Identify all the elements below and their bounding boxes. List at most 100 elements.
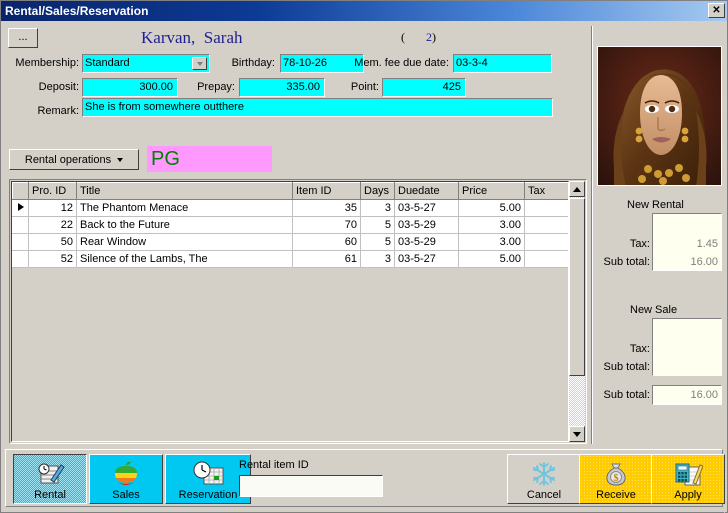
membership-label: Membership: (15, 57, 79, 69)
scroll-down-icon[interactable] (569, 426, 585, 442)
close-icon[interactable]: ✕ (708, 3, 725, 18)
cancel-button[interactable]: Cancel (507, 454, 581, 504)
rental-tax-value: 1.45 (696, 238, 718, 250)
rental-mode-button[interactable]: Rental (13, 454, 87, 504)
grid-col-days[interactable]: Days (360, 182, 395, 200)
cell-item-id: 35 (292, 199, 361, 217)
grid-table: Pro. ID Title Item ID Days Duedate Price… (12, 182, 568, 268)
grid-vertical-scrollbar[interactable] (569, 181, 585, 442)
grid-col-pro-id[interactable]: Pro. ID (28, 182, 77, 200)
rental-subtotal-label: Sub total: (603, 256, 650, 268)
reservation-mode-label: Reservation (178, 489, 238, 501)
new-rental-title: New Rental (627, 199, 684, 211)
birthday-label: Birthday: (231, 57, 275, 69)
customer-photo (597, 46, 722, 186)
cell-tax: .45 (524, 199, 568, 217)
row-selector[interactable] (12, 233, 29, 251)
customer-last-name: Karvan (141, 28, 192, 47)
sales-mode-label: Sales (112, 489, 140, 501)
cell-price: 3.00 (458, 216, 525, 234)
cell-tax: .45 (524, 250, 568, 268)
client-area: ... Karvan, Sarah ( 2) Membership: Stand… (1, 21, 727, 513)
rental-operations-button[interactable]: Rental operations (9, 149, 139, 170)
grid-rowmark-header (12, 182, 29, 200)
grid-col-title[interactable]: Title (76, 182, 293, 200)
cell-pro-id: 22 (28, 216, 77, 234)
rental-sales-reservation-window: Rental/Sales/Reservation ✕ ... Karvan, S… (0, 0, 728, 513)
rental-tax-label: Tax: (629, 238, 650, 250)
cell-pro-id: 50 (28, 233, 77, 251)
browse-customer-button[interactable]: ... (8, 28, 38, 48)
receive-button[interactable]: $ Receive (579, 454, 653, 504)
grid-viewport: Pro. ID Title Item ID Days Duedate Price… (11, 181, 569, 442)
new-sale-title: New Sale (630, 304, 678, 316)
scroll-up-icon[interactable] (569, 181, 585, 197)
side-divider (591, 26, 593, 444)
cell-price: 5.00 (458, 199, 525, 217)
point-label: Point: (350, 81, 379, 93)
new-sale-box (652, 318, 722, 376)
cell-days: 3 (360, 199, 395, 217)
rental-item-id-input[interactable] (239, 475, 383, 497)
calculator-pencil-icon (673, 459, 703, 489)
grid-empty-area (12, 268, 568, 428)
chevron-down-icon (117, 157, 124, 162)
cell-price: 3.00 (458, 233, 525, 251)
deposit-field[interactable]: 300.00 (82, 78, 178, 97)
prepay-label: Prepay: (197, 81, 235, 93)
chevron-down-icon[interactable] (192, 57, 207, 70)
membership-combo[interactable]: Standard (82, 54, 210, 73)
grid-col-item-id[interactable]: Item ID (292, 182, 361, 200)
cell-title: Rear Window (76, 233, 293, 251)
grid-col-duedate[interactable]: Duedate (394, 182, 459, 200)
cell-duedate: 03-5-29 (394, 216, 459, 234)
grand-subtotal-value: 16.00 (690, 389, 718, 401)
cancel-label: Cancel (526, 489, 562, 501)
apply-label: Apply (674, 489, 702, 501)
customer-name: Karvan, Sarah (141, 28, 243, 48)
sales-mode-button[interactable]: Sales (89, 454, 163, 504)
name-comma: , (191, 28, 196, 47)
window-title: Rental/Sales/Reservation (5, 4, 149, 18)
cell-pro-id: 12 (28, 199, 77, 217)
membership-value: Standard (85, 57, 130, 69)
sale-tax-label: Tax: (629, 343, 650, 355)
rental-item-id-label: Rental item ID (239, 459, 309, 471)
mem-fee-due-date-field[interactable]: 03-3-4 (453, 54, 552, 73)
cell-duedate: 03-5-27 (394, 250, 459, 268)
table-row[interactable]: 22Back to the Future70503-5-293.00.27 (12, 216, 568, 234)
titlebar-buttons: ✕ (708, 3, 725, 18)
grid-body: 12The Phantom Menace35303-5-275.00.4522B… (12, 199, 568, 268)
count-paren-open: ( (401, 30, 405, 44)
rental-items-grid: Pro. ID Title Item ID Days Duedate Price… (9, 179, 587, 444)
remark-field[interactable]: She is from somewhere outthere (82, 98, 553, 117)
table-row[interactable]: 12The Phantom Menace35303-5-275.00.45 (12, 199, 568, 217)
cell-tax: .27 (524, 216, 568, 234)
svg-text:$: $ (614, 473, 619, 484)
reservation-icon (191, 459, 225, 489)
cell-title: The Phantom Menace (76, 199, 293, 217)
customer-first-name: Sarah (203, 28, 243, 47)
count-paren-close: ) (432, 30, 436, 44)
sale-subtotal-label: Sub total: (603, 361, 650, 373)
customer-count: ( 2) (401, 30, 436, 45)
prepay-field[interactable]: 335.00 (239, 78, 325, 97)
table-row[interactable]: 52 Silence of the Lambs, The 61 3 03-5-27 5.0… (12, 250, 568, 268)
grid-col-tax[interactable]: Tax (524, 182, 568, 200)
scrollbar-thumb[interactable] (569, 198, 585, 376)
apply-button[interactable]: Apply (651, 454, 725, 504)
row-selector-current[interactable] (12, 199, 29, 217)
cell-duedate: 03-5-29 (394, 233, 459, 251)
rental-icon (35, 459, 65, 489)
point-field[interactable]: 425 (382, 78, 466, 97)
titlebar: Rental/Sales/Reservation ✕ (1, 1, 727, 21)
table-row[interactable]: 50Rear Window60503-5-293.00.27 (12, 233, 568, 251)
portrait-image (598, 47, 721, 185)
row-selector[interactable] (12, 250, 29, 268)
cell-title: Back to the Future (76, 216, 293, 234)
mem-fee-due-date-label: Mem. fee due date: (354, 57, 449, 69)
row-selector[interactable] (12, 216, 29, 234)
grid-col-price[interactable]: Price (458, 182, 525, 200)
cell-title: Silence of the Lambs, The (76, 250, 293, 268)
rating-badge: PG (147, 146, 272, 172)
